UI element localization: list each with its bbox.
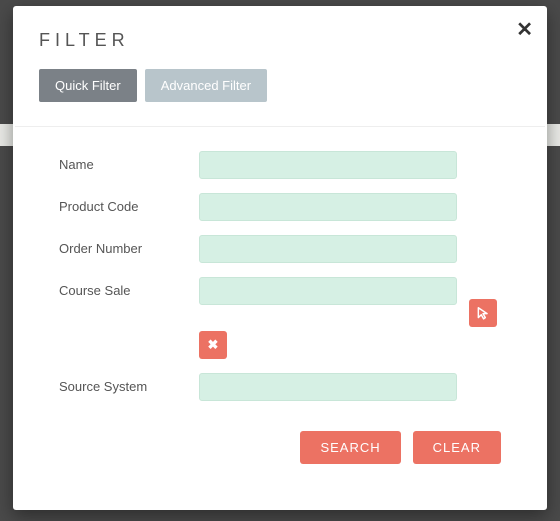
label-course-sale: Course Sale [59, 277, 199, 298]
input-order-number[interactable] [199, 235, 457, 263]
clear-button[interactable]: CLEAR [413, 431, 501, 464]
filter-form: Name Product Code Order Number Course Sa… [13, 127, 547, 425]
remove-course-sale-button[interactable]: ✖ [199, 331, 227, 359]
input-source-system[interactable] [199, 373, 457, 401]
pointer-icon [476, 306, 490, 320]
label-order-number: Order Number [59, 235, 199, 256]
search-button[interactable]: SEARCH [300, 431, 400, 464]
close-icon[interactable]: ✕ [516, 20, 533, 40]
label-name: Name [59, 151, 199, 172]
input-course-sale[interactable] [199, 277, 457, 305]
modal-title: FILTER [39, 30, 521, 51]
input-name[interactable] [199, 151, 457, 179]
label-product-code: Product Code [59, 193, 199, 214]
select-course-sale-button[interactable] [469, 299, 497, 327]
input-product-code[interactable] [199, 193, 457, 221]
remove-icon: ✖ [208, 337, 219, 353]
tab-advanced-filter[interactable]: Advanced Filter [145, 69, 267, 102]
filter-modal: FILTER ✕ Quick Filter Advanced Filter Na… [13, 6, 547, 510]
label-source-system: Source System [59, 373, 199, 394]
tab-quick-filter[interactable]: Quick Filter [39, 69, 137, 102]
